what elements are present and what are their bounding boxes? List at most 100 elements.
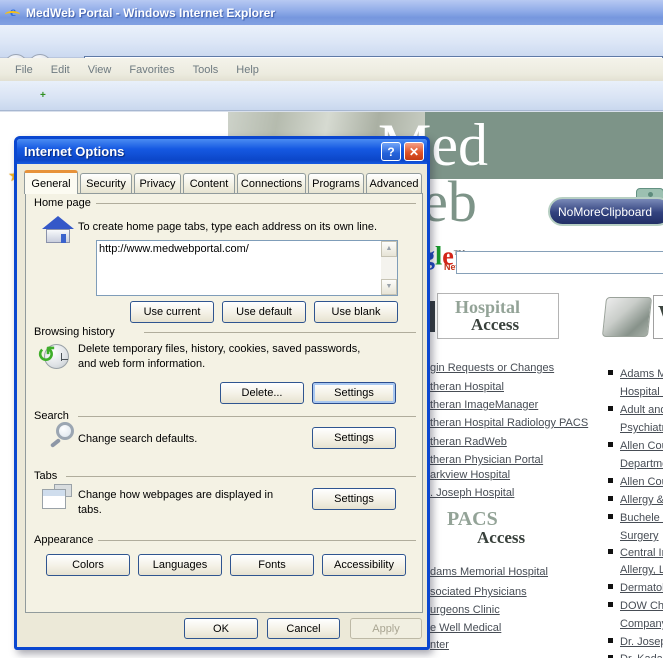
dir-link[interactable]: Allen Cou (620, 476, 663, 488)
ok-button[interactable]: OK (184, 618, 258, 639)
list-item[interactable]: Adult and (608, 400, 663, 418)
dir-link[interactable]: Central In (620, 547, 663, 559)
link-lutheran-imagemanager[interactable]: theran ImageManager (430, 399, 538, 411)
tab-programs[interactable]: Programs (308, 173, 364, 193)
list-item[interactable]: Allen Cou (608, 436, 663, 454)
list-item[interactable]: Adams Me (608, 364, 663, 382)
link-login-requests[interactable]: gin Requests or Changes (430, 362, 554, 374)
dialog-help-button[interactable]: ? (381, 142, 401, 161)
use-blank-button[interactable]: Use blank (314, 301, 398, 323)
scroll-up-icon[interactable]: ▲ (381, 241, 397, 257)
list-item[interactable]: Buchele F (608, 508, 663, 526)
list-item[interactable]: Dr. Joseph (608, 632, 663, 650)
menu-help[interactable]: Help (227, 64, 268, 76)
list-item[interactable]: Allergy, LL (620, 560, 663, 578)
dir-link[interactable]: Psychiatry (620, 422, 663, 434)
hospital-access-logo: Hospital Access (437, 293, 559, 339)
nomoreclipboard-badge[interactable]: NoMoreClipboard (548, 197, 663, 226)
dir-link[interactable]: Allen Cou (620, 440, 663, 452)
search-settings-button[interactable]: Settings (312, 427, 396, 449)
home-page-address-textarea[interactable]: http://www.medwebportal.com/ (99, 243, 379, 293)
link-lutheran-radiology-pacs[interactable]: theran Hospital Radiology PACS (430, 417, 588, 429)
appearance-section-label: Appearance (34, 534, 94, 546)
dir-link[interactable]: Adult and (620, 404, 663, 416)
list-item[interactable]: Dr. Kadam (608, 649, 663, 658)
menu-favorites[interactable]: Favorites (120, 64, 183, 76)
cancel-button[interactable]: Cancel (267, 618, 340, 639)
dir-link[interactable]: Adams Me (620, 368, 663, 380)
dialog-close-button[interactable]: ✕ (404, 142, 424, 161)
ie-logo-icon: e (5, 5, 21, 21)
tabs-settings-button[interactable]: Settings (312, 488, 396, 510)
dialog-titlebar[interactable]: Internet Options (17, 139, 427, 164)
list-item[interactable]: Psychiatry (620, 418, 663, 436)
bullet-icon (608, 370, 613, 375)
dir-link[interactable]: Dr. Kadam (620, 653, 663, 658)
fonts-button[interactable]: Fonts (230, 554, 314, 576)
dir-link[interactable]: DOW Che (620, 600, 663, 612)
dir-link[interactable]: Dermatolo (620, 582, 663, 594)
dir-link[interactable]: Hospital HI (620, 386, 663, 398)
use-current-button[interactable]: Use current (130, 301, 214, 323)
languages-button[interactable]: Languages (138, 554, 222, 576)
link-lutheran-hospital[interactable]: theran Hospital (430, 381, 504, 393)
link-adams-memorial[interactable]: dams Memorial Hospital (430, 566, 548, 578)
dir-link[interactable]: Buchele F (620, 512, 663, 524)
list-item[interactable]: Allen Cou (608, 472, 663, 490)
search-section-label: Search (34, 410, 69, 422)
tab-privacy[interactable]: Privacy (134, 173, 181, 193)
list-item[interactable]: DOW Che (608, 596, 663, 614)
link-surgeons-clinic[interactable]: urgeons Clinic (430, 604, 500, 616)
link-st-joseph-hospital[interactable]: . Joseph Hospital (430, 487, 514, 499)
link-lutheran-physician-portal[interactable]: theran Physician Portal (430, 454, 543, 466)
dir-link[interactable]: Surgery (620, 530, 659, 542)
dir-link[interactable]: Company (620, 618, 663, 630)
dialog-title: Internet Options (24, 144, 125, 159)
tab-content[interactable]: Content (183, 173, 235, 193)
use-default-button[interactable]: Use default (222, 301, 306, 323)
dir-link[interactable]: Dr. Joseph (620, 636, 663, 648)
browsing-history-settings-button[interactable]: Settings (312, 382, 396, 404)
dir-link[interactable]: Allergy & (620, 494, 663, 506)
list-item[interactable]: Surgery (620, 526, 659, 544)
dir-link[interactable]: Allergy, LL (620, 564, 663, 576)
bullet-icon (608, 442, 613, 447)
navigation-toolbar: ← → ▼ e (0, 25, 663, 79)
hospital-access-word2: Access (471, 315, 520, 334)
colors-button[interactable]: Colors (46, 554, 130, 576)
list-item[interactable]: Allergy & (608, 490, 663, 508)
site-search-input[interactable] (456, 251, 663, 274)
web-access-photo-icon (601, 297, 653, 337)
list-item[interactable]: Company (620, 614, 663, 632)
bullet-icon (608, 638, 613, 643)
textarea-scrollbar[interactable]: ▲ ▼ (381, 241, 397, 295)
bullet-icon (608, 514, 613, 519)
menu-tools[interactable]: Tools (184, 64, 228, 76)
menu-view[interactable]: View (79, 64, 121, 76)
link-parkview-hospital[interactable]: arkview Hospital (430, 469, 510, 481)
tab-general[interactable]: General (24, 170, 78, 194)
home-page-address-area[interactable]: http://www.medwebportal.com/ ▲ ▼ (96, 240, 398, 296)
link-associated-physicians[interactable]: sociated Physicians (430, 586, 527, 598)
menu-file[interactable]: File (6, 64, 42, 76)
list-item[interactable]: Departmen (620, 454, 663, 472)
tab-security[interactable]: Security (80, 173, 132, 193)
browsing-history-description: Delete temporary files, history, cookies… (78, 342, 398, 372)
list-item[interactable]: Hospital HI (620, 382, 663, 400)
accessibility-button[interactable]: Accessibility (322, 554, 406, 576)
tab-advanced[interactable]: Advanced (366, 173, 422, 193)
link-well-medical[interactable]: e Well Medical (430, 622, 501, 634)
tabs-icon (42, 484, 76, 514)
link-lutheran-radweb[interactable]: theran RadWeb (430, 436, 507, 448)
link-center[interactable]: nter (430, 639, 449, 651)
bullet-icon (608, 549, 613, 554)
dir-link[interactable]: Departmen (620, 458, 663, 470)
delete-button[interactable]: Delete... (220, 382, 304, 404)
tab-connections[interactable]: Connections (237, 173, 306, 193)
scroll-down-icon[interactable]: ▼ (381, 279, 397, 295)
bullet-icon (608, 496, 613, 501)
list-item[interactable]: Central In (608, 543, 663, 561)
bullet-icon (608, 406, 613, 411)
list-item[interactable]: Dermatolo (608, 578, 663, 596)
menu-edit[interactable]: Edit (42, 64, 79, 76)
